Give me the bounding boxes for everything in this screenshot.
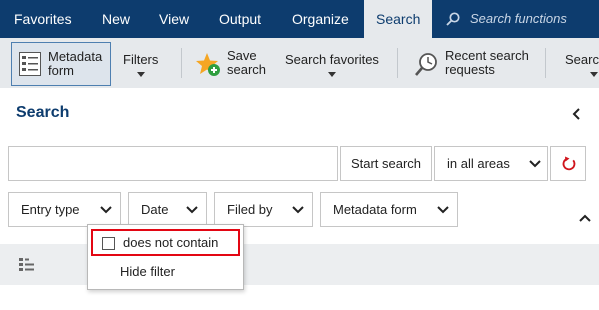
- chevron-down-icon: [529, 160, 541, 168]
- metadata-form-button[interactable]: Metadata form: [11, 42, 111, 86]
- filter-date[interactable]: Date: [128, 192, 207, 227]
- chevron-down-icon: [186, 206, 198, 214]
- star-add-icon: [196, 53, 220, 76]
- tab-favorites[interactable]: Favorites: [0, 0, 86, 38]
- chevron-down-icon: [328, 72, 336, 77]
- save-search-label: Save search: [227, 48, 267, 77]
- filter-dropdown-menu: does not contain Hide filter: [87, 224, 244, 290]
- tab-output[interactable]: Output: [206, 0, 282, 38]
- filters-button[interactable]: Filters: [118, 42, 166, 86]
- filter-metadata-form[interactable]: Metadata form: [320, 192, 458, 227]
- search-history-icon: [415, 53, 437, 76]
- collapse-filters-chevron-up-icon[interactable]: [579, 213, 591, 223]
- collapse-chevron-left-icon[interactable]: [570, 106, 584, 122]
- chevron-down-icon: [292, 206, 304, 214]
- filter-label: Entry type: [21, 202, 80, 217]
- chevron-down-icon: [137, 72, 145, 77]
- ribbon-divider: [545, 48, 546, 78]
- reset-icon: [562, 156, 576, 171]
- start-search-button[interactable]: Start search: [340, 146, 432, 181]
- metadata-form-label: Metadata form: [48, 49, 103, 78]
- filter-label: Date: [141, 202, 169, 217]
- does-not-contain-checkbox[interactable]: [102, 237, 115, 250]
- search-favorites-button[interactable]: Search favorites: [280, 42, 384, 86]
- form-icon: [19, 52, 41, 76]
- save-search-button[interactable]: Save search: [192, 42, 272, 86]
- chevron-down-icon: [437, 206, 449, 214]
- chevron-down-icon: [100, 206, 112, 214]
- top-navigation: Favorites New View Output Organize Searc…: [0, 0, 599, 38]
- filter-filed-by[interactable]: Filed by: [214, 192, 313, 227]
- filter-label: Metadata form: [333, 202, 417, 217]
- filter-label: Filed by: [227, 202, 273, 217]
- search-text-input[interactable]: [8, 146, 338, 181]
- search-more-label: Searc: [565, 52, 599, 67]
- area-select[interactable]: in all areas: [434, 146, 548, 181]
- reset-search-button[interactable]: [550, 146, 586, 181]
- tab-organize[interactable]: Organize: [278, 0, 364, 38]
- panel-title: Search: [16, 104, 70, 121]
- filters-label: Filters: [123, 52, 159, 67]
- filter-entry-type[interactable]: Entry type: [8, 192, 121, 227]
- search-functions-input[interactable]: Search functions: [432, 0, 599, 38]
- menu-item-does-not-contain[interactable]: does not contain: [91, 229, 240, 256]
- recent-search-requests-button[interactable]: Recent search requests: [410, 42, 538, 86]
- does-not-contain-label: does not contain: [123, 235, 219, 250]
- ribbon-divider: [397, 48, 398, 78]
- area-select-value: in all areas: [447, 156, 510, 171]
- search-icon: [446, 12, 460, 26]
- menu-item-hide-filter[interactable]: Hide filter: [120, 264, 175, 279]
- search-more-button[interactable]: Searc: [560, 42, 599, 86]
- recent-search-requests-label: Recent search requests: [445, 48, 529, 77]
- chevron-down-icon: [590, 72, 598, 77]
- tab-search[interactable]: Search: [364, 0, 432, 38]
- ribbon-toolbar: Metadata form Filters Save search Search…: [0, 38, 599, 88]
- tab-view[interactable]: View: [146, 0, 206, 38]
- list-view-icon[interactable]: [19, 258, 35, 272]
- tab-new[interactable]: New: [88, 0, 144, 38]
- ribbon-divider: [181, 48, 182, 78]
- search-functions-placeholder: Search functions: [470, 11, 567, 26]
- search-favorites-label: Search favorites: [285, 52, 379, 67]
